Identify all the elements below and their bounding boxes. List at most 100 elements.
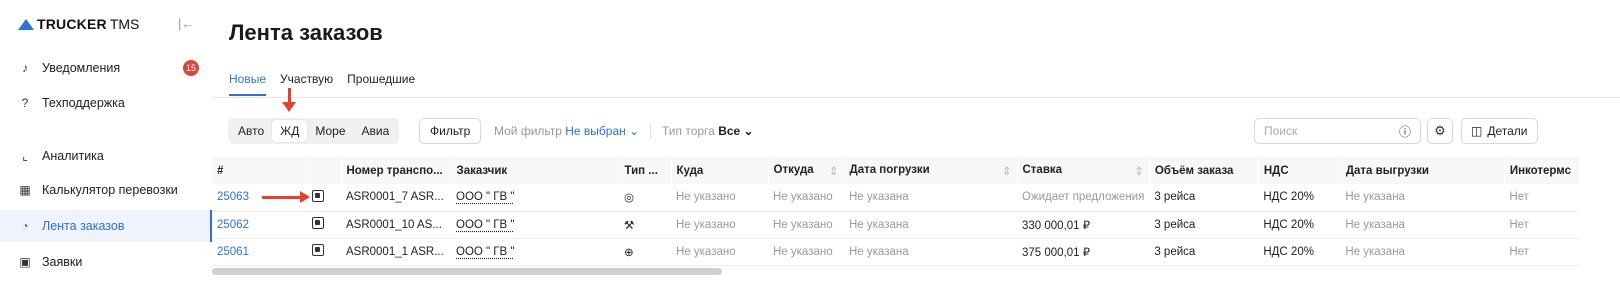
order-id-link[interactable]: 25061 [212,238,307,266]
calculator-icon: ▦ [19,183,31,197]
search-input[interactable]: Поиск ⓘ [1254,118,1421,144]
target-icon: ◎ [619,184,671,212]
cell-to: Не указано [671,184,768,212]
sort-icon[interactable]: ⇕ [1134,164,1144,178]
chart-icon: ⌞ [22,149,28,163]
sort-icon[interactable]: ⇕ [829,164,839,178]
column-header[interactable]: Заказчик [451,157,620,184]
chevron-down-icon: ⌄ [625,124,640,138]
cell-rate: 330 000,01 ₽ [1017,211,1150,239]
order-id-link[interactable]: 25062 [212,211,307,239]
column-header-from[interactable]: Откуда ⇕ [768,157,845,184]
customer-link[interactable]: ООО " ГВ " [451,184,619,212]
column-header[interactable]: Инкотермс [1504,157,1580,184]
tabs-divider [212,97,1620,98]
mode-auto-button[interactable]: Авто [230,120,272,142]
cell-incoterms: Нет [1504,238,1580,266]
my-filter-value: Не выбран [565,124,626,138]
order-tabs: Новые Участвую Прошедшие [229,72,415,96]
annotation-arrow-head [300,191,310,203]
sidebar-item-order-feed[interactable]: ◔ Лента заказов [0,210,212,242]
main-content: Лента заказов Новые Участвую Прошедшие А… [212,0,1620,308]
horizontal-scrollbar[interactable] [212,268,722,275]
page-title: Лента заказов [229,20,383,45]
table-row[interactable]: 25062 ASR0001_10 AS... ООО " ГВ " ⚒ Не у… [212,211,1580,239]
sidebar-item-label: Лента заказов [42,219,125,233]
notifications-count-badge: 15 [183,60,199,76]
crosshair-icon: ⊕ [619,238,671,266]
logo-text-bold: TRUCKER [37,16,107,32]
help-circle-icon: ? [21,96,29,110]
trade-type-label: Тип торга [662,124,715,138]
transport-number: ASR0001_1 ASR... [341,238,451,266]
feed-icon: ◔ [21,219,29,233]
collapse-sidebar-icon[interactable]: |← [178,16,194,31]
logo-text: TMS [109,16,140,32]
sidebar-item-label: Уведомления [42,61,121,75]
panel-icon: ◫ [1471,124,1483,138]
column-header[interactable]: НДС [1258,157,1341,184]
transport-icon[interactable] [307,238,341,266]
cell-incoterms: Нет [1504,184,1580,212]
cell-from: Не указано [768,184,844,212]
table-row[interactable]: 25063 ASR0001_7 ASR... ООО " ГВ " ◎ Не у… [212,184,1580,212]
customer-link[interactable]: ООО " ГВ " [451,211,619,239]
table-row[interactable]: 25061 ASR0001_1 ASR... ООО " ГВ " ⊕ Не у… [212,238,1580,266]
transport-number: ASR0001_10 AS... [341,211,451,239]
cell-unload-date: Не указана [1340,238,1505,266]
column-header-rate[interactable]: Ставка ⇕ [1017,157,1150,184]
column-header-label: Ставка [1022,163,1063,176]
tab-past[interactable]: Прошедшие [347,72,415,96]
cell-rate: Ожидает предложения [1017,184,1150,212]
column-header[interactable]: Куда [671,157,769,184]
details-button-label: Детали [1487,124,1528,138]
bell-icon: ♪ [22,61,28,75]
filter-button[interactable]: Фильтр [419,118,482,144]
mode-sea-button[interactable]: Море [307,120,353,142]
app-logo[interactable]: TRUCKER TMS [18,16,139,32]
info-icon[interactable]: ⓘ [1399,123,1411,140]
filter-separator [650,124,651,138]
sort-icon[interactable]: ⇕ [1002,164,1012,178]
column-header-label: Откуда [773,163,814,176]
search-placeholder: Поиск [1264,124,1298,138]
transport-icon[interactable] [307,211,341,239]
transport-icon[interactable] [307,184,341,212]
sidebar-item-calculator[interactable]: ▦ Калькулятор перевозки [0,174,212,206]
chevron-down-icon: ⌄ [740,124,754,138]
annotation-arrow-head [282,102,296,112]
sidebar: TRUCKER TMS |← ♪ Уведомления 15 ? Техпод… [0,0,212,308]
my-filter-dropdown[interactable]: Мой фильтр Не выбран ⌄ [494,124,639,138]
sidebar-item-requests[interactable]: ▣ Заявки [0,246,212,278]
cell-to: Не указано [671,211,768,239]
trade-type-dropdown[interactable]: Тип торга Все ⌄ [662,124,754,138]
my-filter-label: Мой фильтр [494,124,562,138]
cell-incoterms: Нет [1504,211,1580,239]
column-header[interactable]: Дата выгрузки [1340,157,1505,184]
mode-air-button[interactable]: Авиа [354,120,398,142]
trade-type-value: Все [718,124,741,138]
sidebar-item-notifications[interactable]: ♪ Уведомления [0,52,212,84]
cell-unload-date: Не указана [1340,184,1505,212]
cell-from: Не указано [768,211,844,239]
cell-vat: НДС 20% [1258,184,1341,212]
gear-icon[interactable]: ⚙ [1427,118,1453,144]
mode-rail-button[interactable]: ЖД [272,120,308,142]
column-header[interactable]: Тип ... [619,157,672,184]
column-header[interactable]: Номер транспо... [341,157,452,184]
cell-volume: 3 рейса [1149,184,1259,212]
sidebar-item-support[interactable]: ? Техподдержка [0,87,212,119]
customer-link[interactable]: ООО " ГВ " [451,238,619,266]
cell-from: Не указано [768,238,844,266]
column-header[interactable]: Объём заказа [1149,157,1259,184]
details-button[interactable]: ◫ Детали [1461,118,1538,144]
cell-volume: 3 рейса [1149,238,1259,266]
cell-load-date: Не указана [844,184,1017,212]
tab-new[interactable]: Новые [229,72,267,96]
cell-rate: 375 000,01 ₽ [1017,238,1150,266]
sidebar-item-analytics[interactable]: ⌞ Аналитика [0,140,212,172]
cell-volume: 3 рейса [1149,211,1259,239]
column-header-load-date[interactable]: Дата погрузки ⇕ [844,157,1018,184]
sidebar-item-label: Заявки [42,255,83,269]
column-header[interactable]: # [212,157,308,184]
